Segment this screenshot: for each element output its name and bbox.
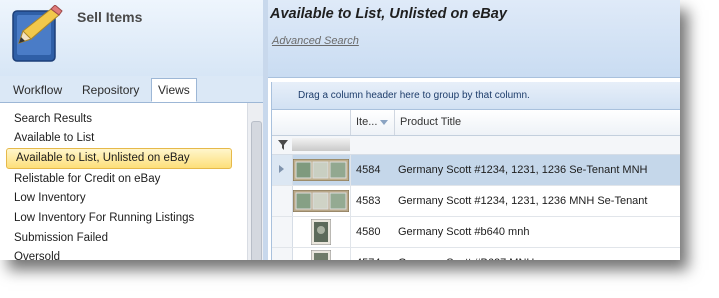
item-id-cell: 4580 [356,226,381,238]
thumbnail-cell [292,217,351,247]
view-item-available-unlisted-ebay[interactable]: Available to List, Unlisted on eBay [6,148,232,169]
views-list: Search Results Available to List Availab… [0,103,247,260]
tab-repository[interactable]: Repository [76,79,145,101]
views-scrollbar-thumb[interactable] [251,121,262,260]
item-id-cell: 4574 [356,248,396,260]
stamp-thumbnail-image [293,159,349,181]
app-header: Sell Items [0,0,263,76]
product-title-cell: Germany Scott #1234, 1231, 1236 MNH Se-T… [398,195,648,207]
main-header: Available to List, Unlisted on eBay Adva… [268,0,680,78]
column-header-item-id[interactable]: Ite... [350,110,394,135]
view-item-available-to-list[interactable]: Available to List [6,129,240,148]
sort-down-icon [380,120,388,125]
row-indicator [272,186,293,216]
item-id-cell: 4584 [356,164,381,176]
current-row-arrow-icon [279,165,284,173]
app-window: Sell Items Workflow Repository Views Sea… [0,0,680,260]
thumbnail-filter-cell[interactable] [292,138,350,151]
stamp-thumbnail-image [293,190,349,212]
row-indicator [272,217,293,247]
thumbnail-cell [292,186,351,216]
table-row[interactable]: 4583 Germany Scott #1234, 1231, 1236 MNH… [272,186,680,217]
filter-funnel-icon[interactable] [278,140,288,150]
tab-workflow[interactable]: Workflow [7,79,68,101]
table-row[interactable]: 4574 Germany Scott #B627 MNH [272,248,680,260]
group-by-hint: Drag a column header here to group by th… [298,90,530,101]
views-scrollbar[interactable] [247,103,264,260]
view-item-relistable[interactable]: Relistable for Credit on eBay [6,170,240,189]
row-indicator [272,248,293,260]
product-title-cell: Germany Scott #b640 mnh [398,226,530,238]
stamp-thumbnail-image [311,219,331,245]
grid-column-header: Ite... Product Title [272,110,680,136]
filter-row [272,136,680,155]
thumbnail-cell [292,248,351,260]
tab-bar: Workflow Repository Views [0,76,263,103]
product-title-cell: Germany Scott #1234, 1231, 1236 Se-Tenan… [398,164,648,176]
column-header-item-id-label: Ite... [356,116,378,128]
advanced-search-link[interactable]: Advanced Search [272,35,359,47]
page-title: Available to List, Unlisted on eBay [270,6,507,22]
stamp-thumbnail-image [311,250,331,260]
app-title: Sell Items [77,9,143,25]
column-header-product-title[interactable]: Product Title [394,110,680,135]
group-by-panel[interactable]: Drag a column header here to group by th… [272,82,680,110]
product-title-cell: Germany Scott #B627 MNH [398,248,680,260]
view-item-low-inventory-running[interactable]: Low Inventory For Running Listings [6,209,240,228]
view-item-low-inventory[interactable]: Low Inventory [6,189,240,208]
view-item-submission-failed[interactable]: Submission Failed [6,229,240,248]
table-row[interactable]: 4584 Germany Scott #1234, 1231, 1236 Se-… [272,155,680,186]
view-item-search-results[interactable]: Search Results [6,110,240,129]
left-panel: Sell Items Workflow Repository Views Sea… [0,0,264,260]
row-indicator [272,155,293,185]
item-id-cell: 4583 [356,195,381,207]
pencil-notepad-icon [12,5,63,62]
view-item-oversold[interactable]: Oversold [6,248,240,260]
main-panel: Available to List, Unlisted on eBay Adva… [268,0,680,260]
tab-views[interactable]: Views [151,78,197,102]
thumbnail-cell [292,155,351,185]
items-grid: Drag a column header here to group by th… [271,82,680,260]
table-row[interactable]: 4580 Germany Scott #b640 mnh [272,217,680,248]
